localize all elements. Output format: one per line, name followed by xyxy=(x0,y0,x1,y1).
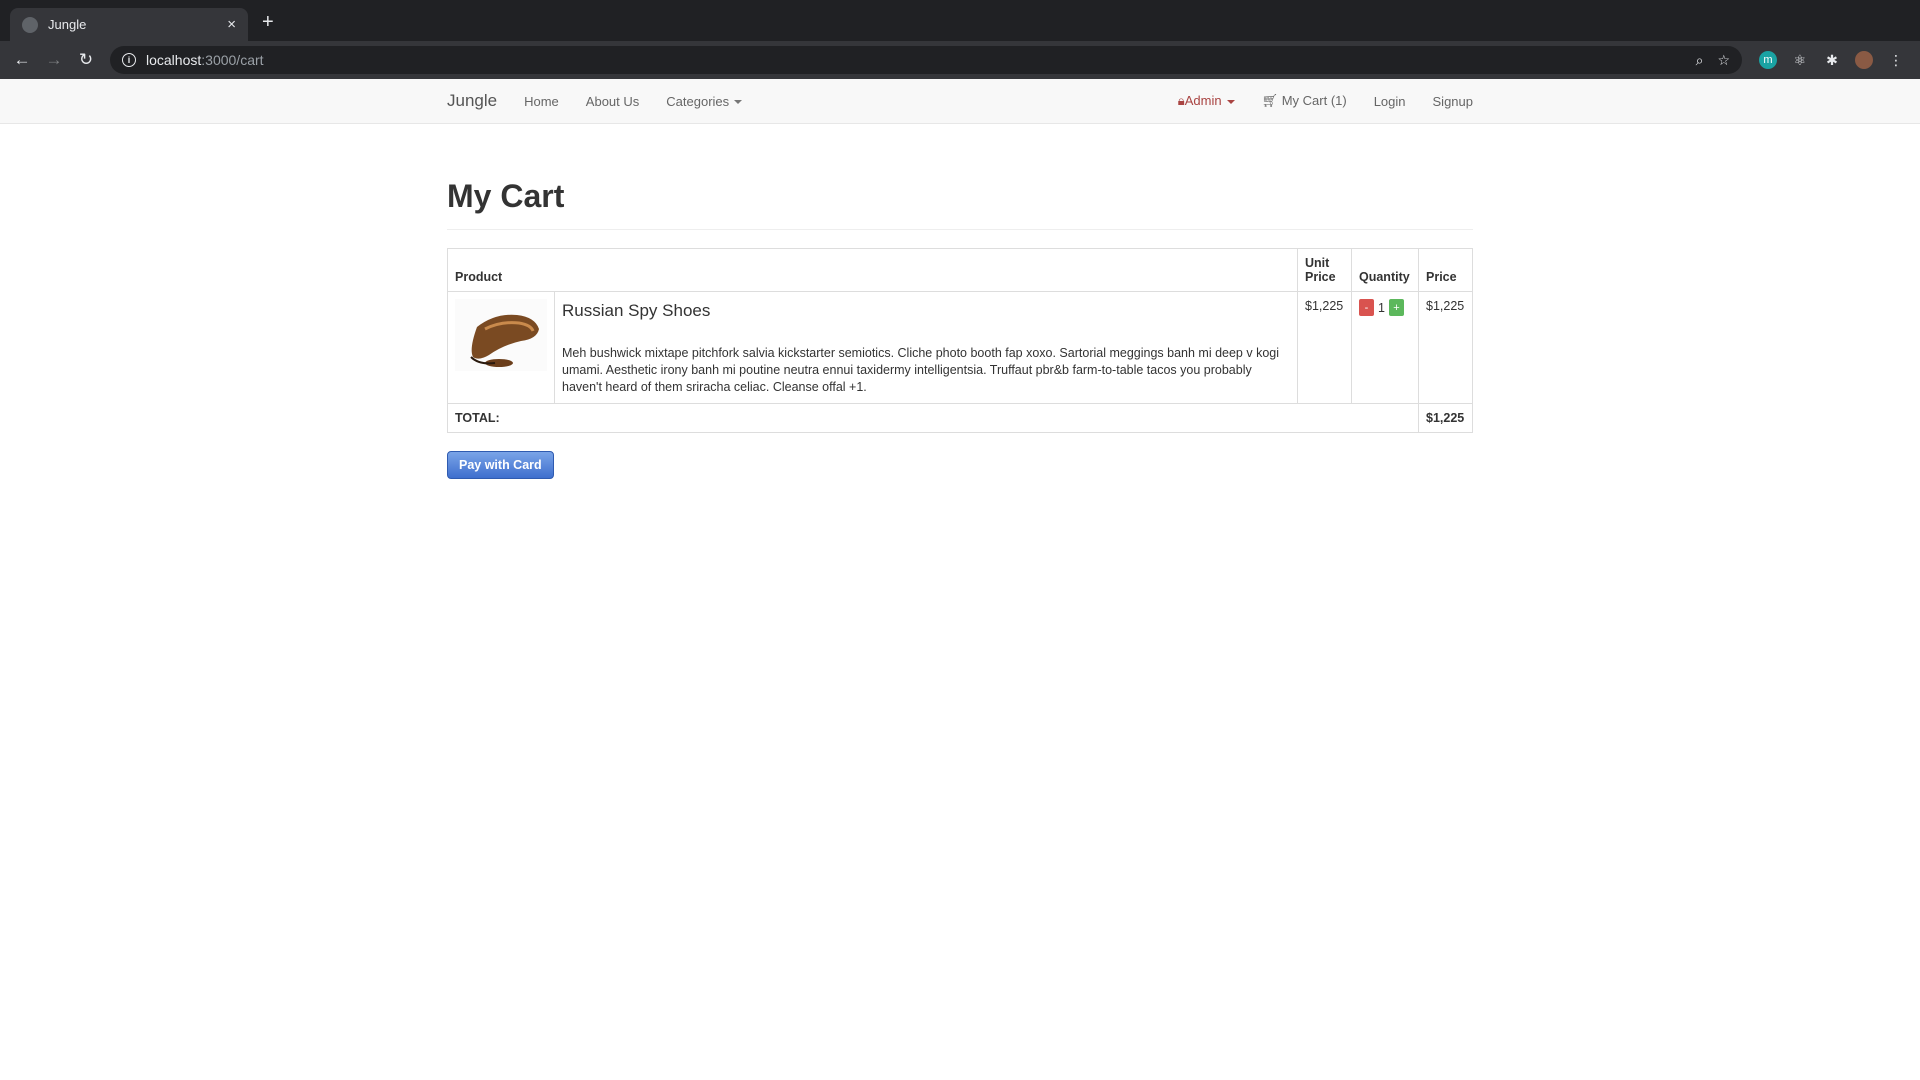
nav-categories-label: Categories xyxy=(666,93,730,109)
unit-price-cell: $1,225 xyxy=(1297,291,1352,404)
browser-tab[interactable]: Jungle × xyxy=(10,8,248,41)
table-row: Russian Spy Shoes Meh bushwick mixtape p… xyxy=(447,291,1473,404)
site-navbar: Jungle Home About Us Categories 🔒︎Admin … xyxy=(0,79,1920,124)
browser-toolbar: ← → ↻ i localhost :3000/cart ⌕ ☆ m ⚛ ✱ ⋮ xyxy=(0,41,1920,79)
nav-cart[interactable]: 🛒︎ My Cart (1) xyxy=(1262,93,1347,109)
puzzle-icon[interactable]: ✱ xyxy=(1823,51,1841,69)
product-info-cell: Russian Spy Shoes Meh bushwick mixtape p… xyxy=(554,291,1298,404)
url-path: :3000/cart xyxy=(201,52,264,68)
page-title: My Cart xyxy=(447,178,1473,230)
lock-icon: 🔒︎ xyxy=(1177,93,1185,108)
table-header-row: Product Unit Price Quantity Price xyxy=(447,248,1473,292)
caret-down-icon xyxy=(734,100,743,105)
col-unit-price: Unit Price xyxy=(1297,248,1352,292)
decrease-quantity-button[interactable]: - xyxy=(1359,299,1374,316)
caret-down-icon xyxy=(1226,99,1235,104)
nav-login[interactable]: Login xyxy=(1374,94,1406,109)
new-tab-icon[interactable]: + xyxy=(262,12,274,32)
main-content: My Cart Product Unit Price Quantity Price xyxy=(447,124,1473,479)
tab-title: Jungle xyxy=(48,17,87,32)
nav-admin[interactable]: 🔒︎Admin xyxy=(1178,93,1235,109)
globe-icon xyxy=(22,16,38,33)
cart-table: Product Unit Price Quantity Price Russia… xyxy=(447,248,1473,433)
forward-icon[interactable]: → xyxy=(40,46,68,74)
nav-home[interactable]: Home xyxy=(524,94,559,109)
quantity-value: 1 xyxy=(1378,300,1385,315)
pay-with-card-button[interactable]: Pay with Card xyxy=(447,451,554,479)
increase-quantity-button[interactable]: + xyxy=(1388,299,1404,316)
quantity-stepper: - 1 + xyxy=(1359,299,1411,316)
quantity-cell: - 1 + xyxy=(1351,291,1419,404)
brand-link[interactable]: Jungle xyxy=(447,91,497,111)
react-devtools-icon[interactable]: ⚛ xyxy=(1791,51,1809,69)
reload-icon[interactable]: ↻ xyxy=(72,46,100,74)
col-price: Price xyxy=(1418,248,1473,292)
total-value: $1,225 xyxy=(1418,403,1473,433)
product-image[interactable] xyxy=(455,299,547,371)
cart-icon: 🛒︎ xyxy=(1261,93,1282,108)
product-image-cell xyxy=(447,291,555,404)
product-description: Meh bushwick mixtape pitchfork salvia ki… xyxy=(562,346,1280,394)
product-name[interactable]: Russian Spy Shoes xyxy=(562,301,1290,321)
back-icon[interactable]: ← xyxy=(8,46,36,74)
close-tab-icon[interactable]: × xyxy=(227,16,236,33)
zoom-icon[interactable]: ⌕ xyxy=(1696,52,1704,69)
col-product: Product xyxy=(447,248,1298,292)
menu-dots-icon[interactable]: ⋮ xyxy=(1887,51,1905,69)
nav-cart-label: My Cart (1) xyxy=(1281,93,1347,108)
nav-signup[interactable]: Signup xyxy=(1433,94,1473,109)
price-cell: $1,225 xyxy=(1418,291,1473,404)
nav-admin-label: Admin xyxy=(1184,93,1222,108)
nav-categories[interactable]: Categories xyxy=(666,93,743,109)
total-label: TOTAL: xyxy=(447,403,1419,433)
url-host: localhost xyxy=(146,52,202,68)
info-icon[interactable]: i xyxy=(122,53,136,67)
star-icon[interactable]: ☆ xyxy=(1717,52,1730,69)
extension-icons: m ⚛ ✱ ⋮ xyxy=(1752,51,1912,69)
address-bar[interactable]: i localhost :3000/cart ⌕ ☆ xyxy=(110,46,1742,74)
nav-about[interactable]: About Us xyxy=(586,94,639,109)
browser-tabbar: Jungle × + xyxy=(0,0,1920,41)
col-quantity: Quantity xyxy=(1351,248,1419,292)
profile-avatar-icon[interactable] xyxy=(1855,51,1873,69)
total-row: TOTAL: $1,225 xyxy=(447,403,1473,433)
extension-m-icon[interactable]: m xyxy=(1759,51,1777,69)
